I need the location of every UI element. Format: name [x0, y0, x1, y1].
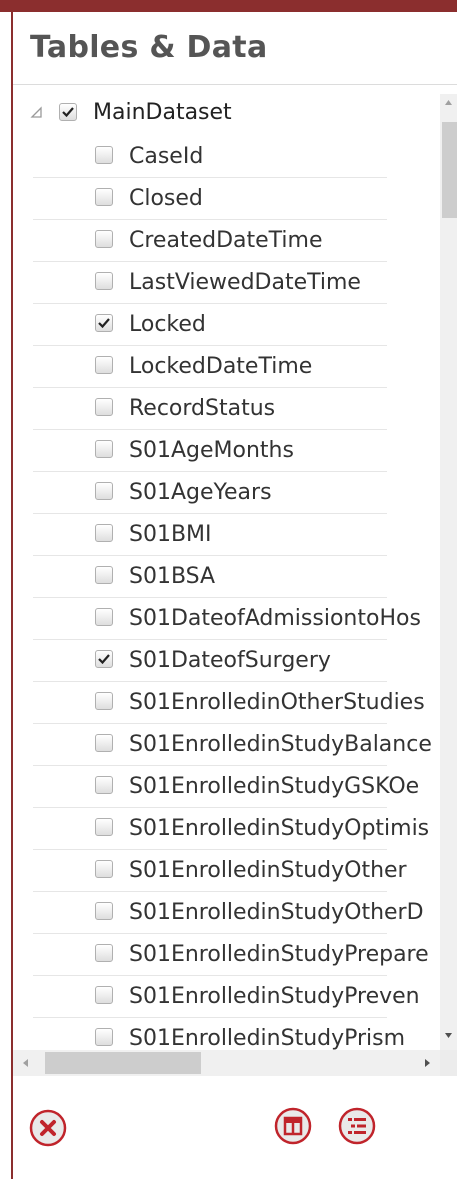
- remove-button[interactable]: [29, 1109, 67, 1147]
- field-row[interactable]: S01EnrolledinStudyOtherD: [13, 892, 440, 934]
- scrollbar-corner: [440, 1050, 457, 1076]
- field-label[interactable]: S01EnrolledinStudyPreven: [129, 984, 420, 1009]
- field-label[interactable]: S01EnrolledinStudyBalance: [129, 732, 432, 757]
- field-checkbox[interactable]: [95, 1028, 113, 1046]
- field-label[interactable]: Closed: [129, 186, 203, 211]
- field-label[interactable]: S01BSA: [129, 564, 215, 589]
- panel-top-border: [0, 0, 457, 12]
- root-checkbox[interactable]: [59, 103, 77, 121]
- field-checkbox[interactable]: [95, 440, 113, 458]
- field-row[interactable]: S01DateofSurgery: [13, 640, 440, 682]
- field-row[interactable]: S01EnrolledinStudyBalance: [13, 724, 440, 766]
- vertical-scrollbar[interactable]: [440, 94, 457, 1050]
- field-label[interactable]: S01BMI: [129, 522, 212, 547]
- table-view-button[interactable]: [274, 1107, 312, 1145]
- field-checkbox[interactable]: [95, 272, 113, 290]
- list-icon: [338, 1107, 376, 1145]
- field-checkbox[interactable]: [95, 566, 113, 584]
- field-row[interactable]: S01EnrolledinStudyOptimis: [13, 808, 440, 850]
- field-label[interactable]: S01EnrolledinStudyGSKOe: [129, 774, 419, 799]
- horizontal-scrollbar[interactable]: [13, 1050, 440, 1076]
- field-row[interactable]: S01AgeYears: [13, 472, 440, 514]
- field-label[interactable]: Locked: [129, 312, 206, 337]
- field-checkbox[interactable]: [95, 860, 113, 878]
- field-label[interactable]: S01DateofAdmissiontoHos: [129, 606, 421, 631]
- close-circle-icon: [29, 1109, 67, 1147]
- field-label[interactable]: S01EnrolledinStudyPrism: [129, 1026, 405, 1050]
- table-icon: [274, 1107, 312, 1145]
- field-row[interactable]: S01BMI: [13, 514, 440, 556]
- field-checkbox[interactable]: [95, 902, 113, 920]
- expand-triangle-icon[interactable]: [29, 104, 45, 120]
- field-row[interactable]: S01AgeMonths: [13, 430, 440, 472]
- field-label[interactable]: CaseId: [129, 144, 203, 169]
- field-checkbox[interactable]: [95, 944, 113, 962]
- panel-title: Tables & Data: [30, 30, 268, 65]
- field-checkbox[interactable]: [95, 986, 113, 1004]
- list-view-button[interactable]: [338, 1107, 376, 1145]
- scroll-down-arrow-icon[interactable]: [443, 1030, 454, 1040]
- field-row[interactable]: CreatedDateTime: [13, 220, 440, 262]
- field-checkbox[interactable]: [95, 524, 113, 542]
- field-row[interactable]: Closed: [13, 178, 440, 220]
- field-checkbox[interactable]: [95, 482, 113, 500]
- field-label[interactable]: LastViewedDateTime: [129, 270, 361, 295]
- field-label[interactable]: S01DateofSurgery: [129, 648, 331, 673]
- field-row[interactable]: S01EnrolledinOtherStudies: [13, 682, 440, 724]
- field-checkbox[interactable]: [95, 776, 113, 794]
- field-row[interactable]: S01DateofAdmissiontoHos: [13, 598, 440, 640]
- fields-tree: MainDataset CaseId Closed CreatedDateTime L…: [13, 94, 440, 1050]
- field-checkbox[interactable]: [95, 818, 113, 836]
- scroll-right-arrow-icon[interactable]: [422, 1057, 432, 1069]
- field-checkbox[interactable]: [95, 692, 113, 710]
- field-row[interactable]: Locked: [13, 304, 440, 346]
- field-label[interactable]: S01EnrolledinOtherStudies: [129, 690, 425, 715]
- field-label[interactable]: S01AgeYears: [129, 480, 272, 505]
- field-row[interactable]: RecordStatus: [13, 388, 440, 430]
- vertical-scroll-thumb[interactable]: [442, 122, 457, 218]
- scroll-up-arrow-icon[interactable]: [443, 98, 454, 108]
- tree-root-label[interactable]: MainDataset: [93, 100, 232, 125]
- field-label[interactable]: S01AgeMonths: [129, 438, 294, 463]
- tree-root-row[interactable]: MainDataset: [13, 94, 440, 132]
- field-row[interactable]: S01EnrolledinStudyPrepare: [13, 934, 440, 976]
- field-checkbox[interactable]: [95, 188, 113, 206]
- field-row[interactable]: LastViewedDateTime: [13, 262, 440, 304]
- scroll-left-arrow-icon[interactable]: [21, 1057, 31, 1069]
- field-row[interactable]: S01EnrolledinStudyOther: [13, 850, 440, 892]
- field-checkbox[interactable]: [95, 146, 113, 164]
- field-label[interactable]: S01EnrolledinStudyPrepare: [129, 942, 429, 967]
- field-row[interactable]: LockedDateTime: [13, 346, 440, 388]
- field-checkbox[interactable]: [95, 650, 113, 668]
- field-label[interactable]: S01EnrolledinStudyOther: [129, 858, 407, 883]
- field-label[interactable]: S01EnrolledinStudyOptimis: [129, 816, 429, 841]
- field-row[interactable]: S01EnrolledinStudyGSKOe: [13, 766, 440, 808]
- horizontal-scroll-thumb[interactable]: [45, 1052, 201, 1074]
- header-divider: [13, 84, 457, 85]
- field-row[interactable]: S01EnrolledinStudyPrism: [13, 1018, 440, 1050]
- field-list: CaseId Closed CreatedDateTime LastViewedDat…: [13, 136, 440, 1050]
- field-label[interactable]: LockedDateTime: [129, 354, 312, 379]
- field-row[interactable]: S01BSA: [13, 556, 440, 598]
- field-checkbox[interactable]: [95, 734, 113, 752]
- field-checkbox[interactable]: [95, 230, 113, 248]
- field-label[interactable]: CreatedDateTime: [129, 228, 323, 253]
- field-row[interactable]: CaseId: [13, 136, 440, 178]
- field-checkbox[interactable]: [95, 398, 113, 416]
- field-checkbox[interactable]: [95, 608, 113, 626]
- field-checkbox[interactable]: [95, 314, 113, 332]
- field-checkbox[interactable]: [95, 356, 113, 374]
- field-label[interactable]: S01EnrolledinStudyOtherD: [129, 900, 424, 925]
- field-row[interactable]: S01EnrolledinStudyPreven: [13, 976, 440, 1018]
- field-label[interactable]: RecordStatus: [129, 396, 275, 421]
